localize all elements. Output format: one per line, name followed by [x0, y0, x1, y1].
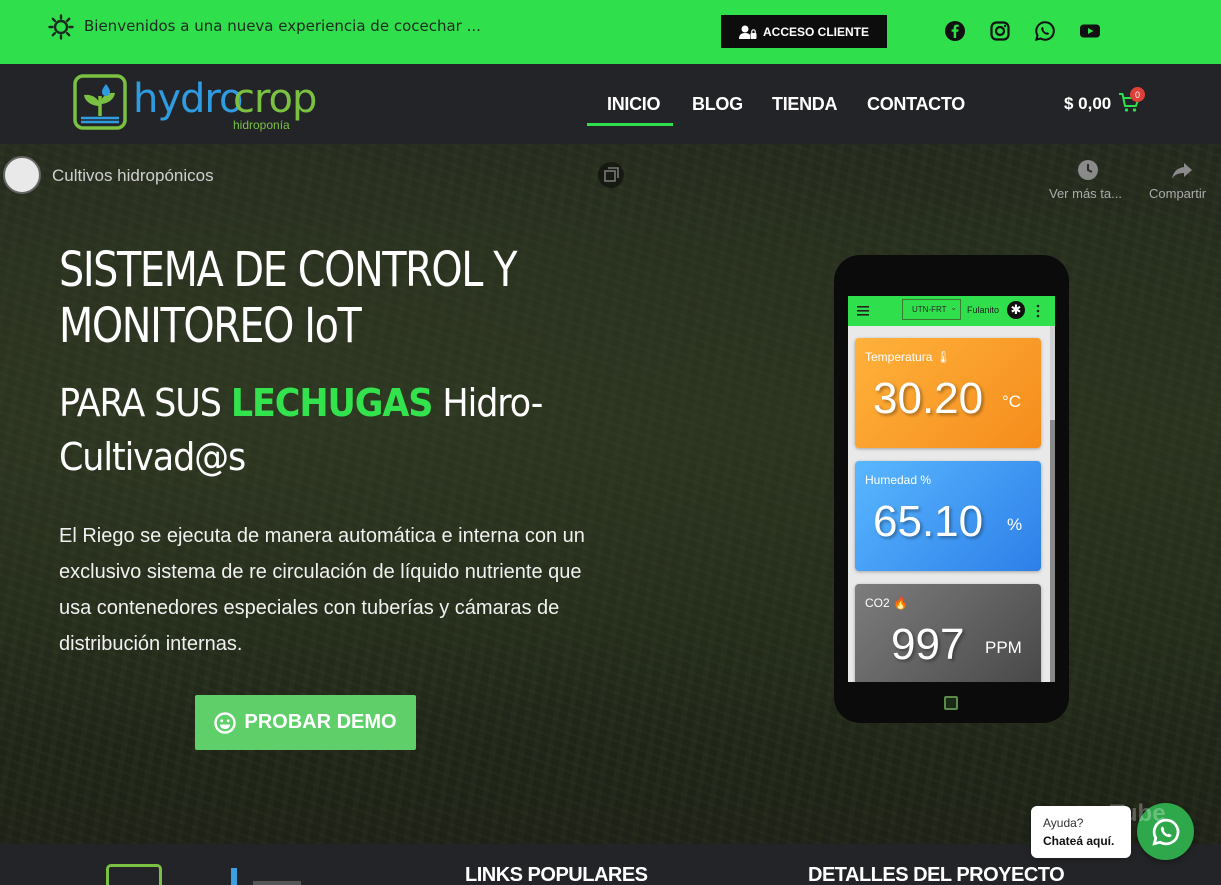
nav-blog[interactable]: BLOG	[692, 94, 743, 115]
try-demo-button[interactable]: PROBAR DEMO	[195, 695, 416, 750]
chat-help-text: Ayuda?	[1043, 816, 1084, 830]
footer-details-heading: DETALLES DEL PROYECTO	[808, 864, 1065, 885]
university-logo-icon: ✱	[1007, 301, 1025, 319]
more-vertical-icon[interactable]	[1036, 304, 1040, 318]
chevron-down-icon: ⌄	[950, 303, 957, 312]
footer-logo-icon	[106, 864, 162, 885]
humidity-value: 65.10	[873, 497, 984, 546]
temperature-card: Temperatura 🌡 30.20 °C	[855, 338, 1041, 448]
video-title[interactable]: Cultivos hidropónicos	[52, 166, 214, 186]
watch-later-label[interactable]: Ver más ta...	[1049, 186, 1122, 201]
app-toolbar: UTN-FRT ⌄ Fulanito ✱	[848, 296, 1055, 326]
chat-cta-text: Chateá aquí.	[1043, 834, 1115, 848]
footer-logo-sub-fragment	[253, 881, 301, 885]
share-label[interactable]: Compartir	[1149, 186, 1206, 201]
client-access-label: ACCESO CLIENTE	[762, 24, 869, 39]
hero-paragraph: El Riego se ejecuta de manera automática…	[59, 525, 585, 655]
try-demo-label: PROBAR DEMO	[244, 711, 397, 733]
temperature-value: 30.20	[873, 374, 984, 423]
plant-logo-icon	[73, 74, 127, 130]
humidity-label: Humedad %	[865, 473, 932, 487]
subtitle-accent: LECHUGAS	[230, 381, 434, 425]
logo-subtitle: hidroponía	[233, 118, 290, 132]
client-access-button[interactable]: ACCESO CLIENTE	[721, 15, 887, 48]
thermometer-icon: 🌡	[935, 350, 951, 364]
cart-total[interactable]: $ 0,00	[1064, 94, 1111, 114]
co2-unit: PPM	[985, 638, 1022, 657]
subtitle-pre: PARA SUS	[59, 381, 231, 425]
queue-icon[interactable]	[598, 162, 624, 188]
share-icon[interactable]	[1170, 158, 1194, 182]
flame-icon: 🔥	[889, 596, 908, 610]
whatsapp-icon[interactable]	[1034, 20, 1056, 42]
humidity-card: Humedad % 65.10 %	[855, 461, 1041, 571]
logo-word-hydro: hydro	[133, 76, 243, 122]
site-header: hydro crop hidroponía INICIO BLOG TIENDA…	[0, 64, 1221, 144]
youtube-icon[interactable]	[1079, 20, 1101, 42]
channel-avatar[interactable]	[3, 156, 41, 194]
phone-mockup: UTN-FRT ⌄ Fulanito ✱ Temperatura 🌡 30.20…	[834, 255, 1069, 723]
co2-card: CO2 🔥 997 PPM	[855, 584, 1041, 682]
hero-title-line1: SISTEMA DE CONTROL Y	[59, 242, 518, 298]
smile-icon	[214, 711, 237, 734]
youtube-watermark[interactable]: Tube	[1110, 800, 1166, 828]
hydrocrop-logo[interactable]: hydro crop hidroponía	[73, 74, 333, 134]
humidity-unit: %	[1007, 515, 1023, 534]
instagram-icon[interactable]	[989, 20, 1011, 42]
temperature-unit: °C	[1002, 392, 1022, 411]
subtitle-post: Hidro-	[432, 381, 543, 425]
hamburger-menu-icon[interactable]	[857, 306, 869, 316]
logo-word-crop: crop	[233, 76, 317, 122]
clock-icon[interactable]	[1076, 158, 1100, 182]
sun-icon	[48, 14, 74, 40]
location-value: UTN-FRT	[912, 305, 947, 314]
location-select[interactable]: UTN-FRT ⌄	[902, 299, 961, 320]
facebook-icon[interactable]	[944, 20, 966, 42]
app-scrollbar-thumb[interactable]	[1050, 420, 1055, 682]
subtitle-line2: Cultivad@s	[59, 435, 246, 479]
phone-home-button	[944, 696, 958, 710]
co2-value: 997	[891, 620, 965, 669]
active-nav-indicator	[587, 123, 673, 126]
app-screen: UTN-FRT ⌄ Fulanito ✱ Temperatura 🌡 30.20…	[848, 296, 1055, 682]
footer-logo-text-fragment	[231, 868, 237, 885]
cart-count-badge: 0	[1130, 87, 1145, 102]
hero-subtitle: PARA SUS LECHUGAS Hidro- Cultivad@s	[59, 376, 574, 484]
nav-inicio[interactable]: INICIO	[607, 94, 661, 115]
top-bar: Bienvenidos a una nueva experiencia de c…	[0, 0, 1221, 64]
footer-links-heading: LINKS POPULARES	[465, 864, 648, 885]
hero-title-line2: MONITOREO IoT	[59, 298, 362, 354]
nav-tienda[interactable]: TIENDA	[772, 94, 838, 115]
co2-label: CO2 🔥	[865, 596, 908, 610]
nav-contacto[interactable]: CONTACTO	[867, 94, 965, 115]
hero-title: SISTEMA DE CONTROL Y MONITOREO IoT	[59, 242, 574, 354]
hero-section: Cultivos hidropónicos Ver más ta... Comp…	[0, 144, 1221, 844]
user-lock-icon	[738, 25, 757, 39]
welcome-text: Bienvenidos a una nueva experiencia de c…	[84, 17, 481, 35]
temperature-label: Temperatura 🌡	[865, 350, 951, 364]
app-user-name: Fulanito	[967, 305, 1000, 315]
